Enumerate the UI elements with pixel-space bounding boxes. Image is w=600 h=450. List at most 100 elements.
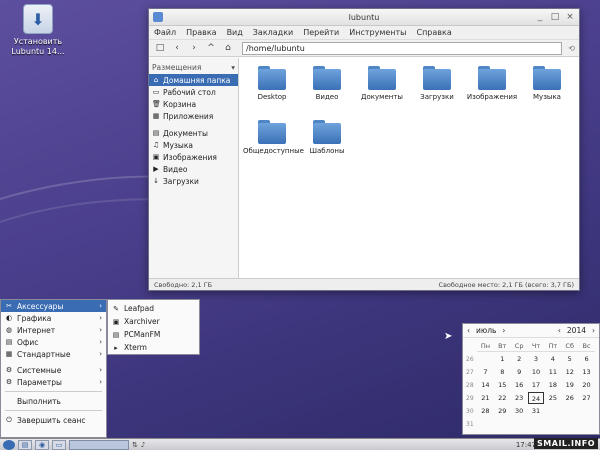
run-command-item[interactable]: Выполнить <box>1 395 106 407</box>
sidebar-item[interactable]: ⌂ Домашняя папка <box>149 74 238 86</box>
start-menu-item[interactable]: ◐ Графика › <box>1 312 106 324</box>
sidebar-item[interactable]: ▦ Приложения <box>149 110 238 122</box>
calendar-day[interactable]: 3 <box>528 353 545 365</box>
start-menu-item[interactable]: ✂ Аксессуары › <box>1 300 106 312</box>
folder-icon <box>258 120 286 144</box>
calendar-day[interactable]: 16 <box>511 379 528 391</box>
sidebar-item[interactable]: ▶ Видео <box>149 163 238 175</box>
path-input[interactable]: /home/lubuntu <box>242 41 562 55</box>
sidebar-dropdown-icon[interactable]: ▾ <box>231 63 235 72</box>
calendar-day[interactable]: 24 <box>527 392 545 404</box>
menu-item[interactable]: Вид <box>227 28 243 37</box>
start-menu-item[interactable]: ◍ Интернет › <box>1 324 106 336</box>
sidebar-item[interactable]: ♫ Музыка <box>149 139 238 151</box>
sidebar-item[interactable]: ▤ Документы <box>149 127 238 139</box>
calendar-day[interactable]: 30 <box>511 405 528 417</box>
menu-item[interactable]: Справка <box>416 28 451 37</box>
back-icon[interactable]: ‹ <box>170 42 184 55</box>
folder-item[interactable]: Видео <box>298 66 356 102</box>
folder-item[interactable]: Desktop <box>243 66 301 102</box>
menu-item[interactable]: Правка <box>186 28 216 37</box>
calendar-day[interactable]: 11 <box>544 366 561 378</box>
logout-item[interactable]: ⏻ Завершить сеанс <box>1 414 106 426</box>
calendar-day[interactable]: 31 <box>528 405 545 417</box>
sidebar-item[interactable]: ▭ Рабочий стол <box>149 86 238 98</box>
calendar-day[interactable]: 15 <box>494 379 511 391</box>
calendar-day[interactable]: 4 <box>544 353 561 365</box>
prev-month-icon[interactable]: ‹ <box>467 326 470 335</box>
start-menu-item[interactable]: ▤ Офис › <box>1 336 106 348</box>
calendar-day[interactable]: 2 <box>511 353 528 365</box>
folder-item[interactable]: Документы <box>353 66 411 102</box>
sidebar-item[interactable]: 🗑 Корзина <box>149 98 238 110</box>
archive-icon: ▣ <box>112 317 120 326</box>
calendar-day[interactable]: 28 <box>477 405 494 417</box>
forward-icon[interactable]: › <box>187 42 201 55</box>
sidebar-item[interactable]: ▣ Изображения <box>149 151 238 163</box>
calendar-day[interactable]: 5 <box>561 353 578 365</box>
menu-item[interactable]: Закладки <box>253 28 293 37</box>
prev-year-icon[interactable]: ‹ <box>558 326 561 335</box>
show-desktop-icon[interactable]: ▭ <box>52 439 66 450</box>
install-lubuntu-desktop-icon[interactable]: ⬇ Установить Lubuntu 14... <box>8 4 68 57</box>
calendar-day[interactable]: 23 <box>511 392 528 404</box>
calendar-day[interactable]: 1 <box>494 353 511 365</box>
browser-launcher-icon[interactable]: ◉ <box>35 439 49 450</box>
calendar-day[interactable]: 9 <box>511 366 528 378</box>
maximize-icon[interactable]: □ <box>550 12 560 22</box>
folder-item[interactable]: Общедоступные <box>243 120 304 156</box>
file-manager-launcher-icon[interactable]: ▤ <box>18 439 32 450</box>
calendar-day[interactable]: 6 <box>578 353 595 365</box>
chevron-right-icon: › <box>99 314 102 322</box>
calendar-day[interactable]: 20 <box>578 379 595 391</box>
volume-icon[interactable]: ♪ <box>141 441 145 449</box>
calendar-day[interactable]: 19 <box>561 379 578 391</box>
clock[interactable]: 17:47 <box>516 441 536 449</box>
calendar-day[interactable]: 13 <box>578 366 595 378</box>
folder-item[interactable]: Загрузки <box>408 66 466 102</box>
filemanager-icon: ▤ <box>112 330 120 339</box>
clear-path-icon[interactable]: ⟲ <box>568 44 575 53</box>
calendar-day[interactable]: 22 <box>494 392 511 404</box>
menu-item[interactable]: Файл <box>154 28 176 37</box>
calendar-day[interactable]: 10 <box>528 366 545 378</box>
calendar-day[interactable]: 27 <box>578 392 595 404</box>
start-menu-item[interactable]: ✎ Leafpad <box>108 302 199 315</box>
start-menu-button[interactable] <box>3 439 15 450</box>
menu-item[interactable]: Перейти <box>303 28 339 37</box>
calendar-day[interactable]: 26 <box>561 392 578 404</box>
menu-item[interactable]: Инструменты <box>349 28 406 37</box>
start-menu-item[interactable]: ▣ Xarchiver <box>108 315 199 328</box>
calendar-day[interactable]: 25 <box>544 392 561 404</box>
start-menu-item[interactable]: ⚙ Параметры › <box>1 376 106 388</box>
minimize-icon[interactable]: _ <box>535 12 545 22</box>
start-menu-item[interactable]: ▤ PCManFM <box>108 328 199 341</box>
taskbar-window-item[interactable] <box>69 439 129 450</box>
calendar-day[interactable]: 12 <box>561 366 578 378</box>
calendar-day[interactable]: 18 <box>544 379 561 391</box>
close-icon[interactable]: × <box>565 12 575 22</box>
start-menu-item[interactable]: ⚙ Системные › <box>1 364 106 376</box>
folder-item[interactable]: Шаблоны <box>298 120 356 156</box>
calendar-day[interactable]: 29 <box>494 405 511 417</box>
up-icon[interactable]: ^ <box>204 42 218 55</box>
next-month-icon[interactable]: › <box>502 326 505 335</box>
home-icon[interactable]: ⌂ <box>221 42 235 55</box>
folder-item[interactable]: Изображения <box>463 66 521 102</box>
sidebar-item[interactable]: ↓ Загрузки <box>149 175 238 187</box>
calendar-day[interactable]: 14 <box>477 379 494 391</box>
next-year-icon[interactable]: › <box>592 326 595 335</box>
folder-label: Шаблоны <box>309 147 345 155</box>
start-menu-item[interactable]: ▦ Стандартные › <box>1 348 106 360</box>
calendar-day[interactable]: 17 <box>528 379 545 391</box>
network-icon[interactable]: ⇅ <box>132 441 138 449</box>
calendar-day[interactable]: 21 <box>477 392 494 404</box>
sidebar-item-label: Музыка <box>163 140 193 150</box>
folder-item[interactable]: Музыка <box>518 66 576 102</box>
calendar-day[interactable]: 7 <box>477 366 494 378</box>
start-menu-item[interactable]: ▸ Xterm <box>108 341 199 354</box>
folder-icon <box>368 66 396 90</box>
new-tab-icon[interactable]: □ <box>153 42 167 55</box>
window-titlebar[interactable]: lubuntu _ □ × <box>149 9 579 26</box>
calendar-day[interactable]: 8 <box>494 366 511 378</box>
